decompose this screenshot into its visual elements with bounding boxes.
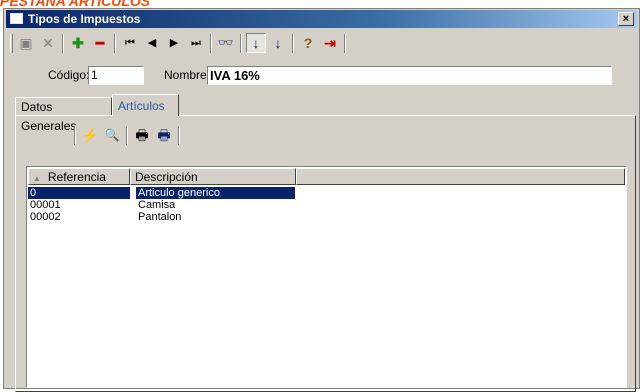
toolbar-separator [126, 126, 128, 145]
sort-ascending-icon[interactable]: ↓ [246, 33, 266, 53]
toolbar-separator [178, 126, 180, 145]
column-header-empty [296, 168, 625, 185]
preview-icon[interactable]: 🔍 [102, 125, 122, 145]
column-label: Referencia [47, 170, 106, 184]
page-heading: PESTAÑA ARTÍCULOS [0, 0, 151, 8]
last-record-icon[interactable]: ⏭ [186, 33, 206, 53]
main-toolbar: ▣ ✕ ✚ ━ ⏮ ◀ ▶ ⏭ 👓 ↓ ↓ ? ⇥ [6, 31, 637, 57]
tab-strip: Datos Generales Artículos [15, 94, 615, 133]
help-icon[interactable]: ? [298, 33, 318, 53]
tab-articulos[interactable]: Artículos [112, 94, 179, 116]
remove-icon[interactable]: ━ [90, 33, 110, 53]
code-field[interactable]: 1 [88, 66, 144, 85]
toolbar-separator [114, 34, 116, 53]
tipos-impuestos-window: Tipos de Impuestos × ▣ ✕ ✚ ━ ⏮ ◀ ▶ ⏭ 👓 ↓… [3, 8, 640, 392]
table-row[interactable]: 0 Articulo generico [28, 186, 298, 200]
name-field[interactable]: IVA 16% [207, 66, 612, 85]
find-icon[interactable]: 👓 [216, 33, 236, 53]
print-setup-icon[interactable]: 🖶 [154, 125, 174, 145]
print-icon[interactable]: 🖶 [132, 125, 152, 145]
column-header-referencia[interactable]: ▲ Referencia [28, 168, 130, 185]
table-row[interactable]: 00001 Camisa [28, 199, 298, 211]
toolbar-separator [292, 34, 294, 53]
code-label: Código: [48, 68, 90, 82]
title-bar: Tipos de Impuestos × [6, 10, 637, 28]
next-record-icon[interactable]: ▶ [164, 33, 184, 53]
close-button[interactable]: × [618, 12, 634, 26]
cell-descripcion: Articulo generico [135, 186, 296, 200]
sort-arrow-icon: ▲ [33, 174, 41, 183]
tab-datos-generales[interactable]: Datos Generales [15, 97, 112, 133]
toolbar-grip [10, 34, 13, 53]
name-label: Nombre: [164, 68, 211, 82]
sort-descending-icon[interactable]: ↓ [268, 33, 288, 53]
save-icon[interactable]: ▣ [16, 33, 36, 53]
column-header-descripcion[interactable]: Descripción [130, 168, 296, 185]
articulos-panel: ⚡ 🔍 🖶 🖶 ▲ Referencia Descripción 0 Articu… [15, 115, 636, 392]
window-icon [10, 13, 23, 24]
toolbar-separator [240, 34, 242, 53]
tab-label: Artículos [118, 99, 165, 113]
previous-record-icon[interactable]: ◀ [142, 33, 162, 53]
cell-referencia: 00002 [30, 211, 61, 223]
toolbar-separator [74, 126, 76, 145]
first-record-icon[interactable]: ⏮ [120, 33, 140, 53]
toolbar-separator [210, 34, 212, 53]
articles-grid[interactable]: ▲ Referencia Descripción 0 Articulo gener… [26, 166, 627, 388]
add-icon[interactable]: ✚ [68, 33, 88, 53]
cancel-icon[interactable]: ✕ [38, 33, 58, 53]
exit-icon[interactable]: ⇥ [320, 33, 340, 53]
cell-descripcion: Camisa [138, 199, 176, 211]
window-title: Tipos de Impuestos [28, 12, 141, 26]
toolbar-separator [62, 34, 64, 53]
cell-referencia: 00001 [30, 199, 61, 211]
toolbar-separator [344, 34, 346, 53]
execute-icon[interactable]: ⚡ [80, 125, 100, 145]
cell-referencia: 0 [28, 187, 130, 199]
cell-descripcion: Pantalon [138, 211, 182, 223]
column-label: Descripción [135, 170, 198, 184]
table-row[interactable]: 00002 Pantalon [28, 211, 298, 223]
